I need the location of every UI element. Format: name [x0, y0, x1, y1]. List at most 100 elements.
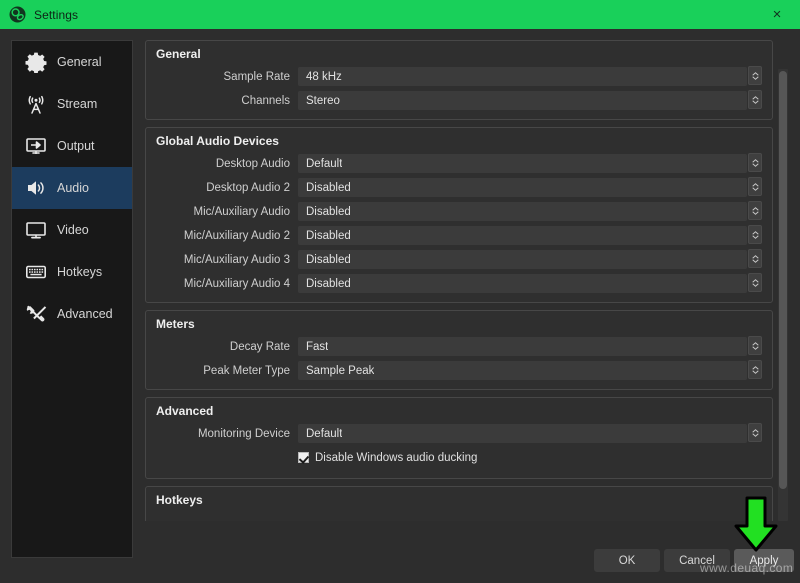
row-sample-rate: Sample Rate 48 kHz — [154, 67, 764, 86]
combo-value: Sample Peak — [299, 365, 374, 377]
row-channels: Channels Stereo — [154, 91, 764, 110]
mic-aux-audio-2-spinner[interactable] — [748, 225, 762, 244]
speaker-icon — [24, 176, 48, 200]
sidebar-item-label: Output — [57, 139, 95, 153]
row-label: Monitoring Device — [154, 428, 298, 440]
tools-icon — [24, 302, 48, 326]
chevron-down-icon[interactable] — [752, 235, 759, 239]
output-icon — [24, 134, 48, 158]
checkbox-label: Enable Push-to-mute — [315, 521, 423, 522]
sidebar-item-label: Hotkeys — [57, 265, 102, 279]
mic-aux-audio-4-spinner[interactable] — [748, 273, 762, 292]
mic-aux-audio-3-combo[interactable]: Disabled — [298, 250, 747, 269]
monitoring-device-spinner[interactable] — [748, 423, 762, 442]
channels-spinner[interactable] — [748, 90, 762, 109]
row-peak-meter-type: Peak Meter Type Sample Peak — [154, 361, 764, 380]
row-desktop-audio: Desktop Audio Default — [154, 154, 764, 173]
ok-button[interactable]: OK — [594, 549, 660, 572]
sidebar-item-label: General — [57, 55, 101, 69]
row-label: Sample Rate — [154, 71, 298, 83]
row-label: Channels — [154, 95, 298, 107]
combo-value: Default — [299, 158, 342, 170]
desktop-audio-2-spinner[interactable] — [748, 177, 762, 196]
sidebar-item-label: Audio — [57, 181, 89, 195]
group-title: Global Audio Devices — [156, 134, 764, 148]
mic-aux-audio-3-spinner[interactable] — [748, 249, 762, 268]
mic-aux-audio-combo[interactable]: Disabled — [298, 202, 747, 221]
chevron-down-icon[interactable] — [752, 76, 759, 80]
sample-rate-spinner[interactable] — [748, 66, 762, 85]
desktop-audio-combo[interactable]: Default — [298, 154, 747, 173]
sidebar-item-video[interactable]: Video — [12, 209, 132, 251]
peak-meter-type-spinner[interactable] — [748, 360, 762, 379]
mic-aux-audio-4-combo[interactable]: Disabled — [298, 274, 747, 293]
disable-audio-ducking-checkbox[interactable] — [298, 452, 309, 463]
sidebar-item-output[interactable]: Output — [12, 125, 132, 167]
chevron-down-icon[interactable] — [752, 283, 759, 287]
chevron-down-icon[interactable] — [752, 346, 759, 350]
sidebar-item-label: Video — [57, 223, 89, 237]
row-desktop-audio-push-to-mute: Desktop Audio Enable Push-to-mute — [154, 517, 764, 521]
checkbox-label: Disable Windows audio ducking — [315, 452, 477, 464]
row-label: Desktop Audio — [154, 158, 298, 170]
combo-value: Disabled — [299, 230, 351, 242]
group-title: Advanced — [156, 404, 764, 418]
desktop-audio-2-combo[interactable]: Disabled — [298, 178, 747, 197]
sidebar-item-label: Stream — [57, 97, 97, 111]
sample-rate-combo[interactable]: 48 kHz — [298, 67, 747, 86]
row-mic-aux-audio-3: Mic/Auxiliary Audio 3 Disabled — [154, 250, 764, 269]
chevron-down-icon[interactable] — [752, 100, 759, 104]
sidebar-item-hotkeys[interactable]: Hotkeys — [12, 251, 132, 293]
group-general: General Sample Rate 48 kHz — [145, 40, 773, 120]
combo-value: Disabled — [299, 278, 351, 290]
chevron-down-icon[interactable] — [752, 370, 759, 374]
peak-meter-type-combo[interactable]: Sample Peak — [298, 361, 747, 380]
title-bar: Settings × — [0, 0, 800, 29]
channels-combo[interactable]: Stereo — [298, 91, 747, 110]
combo-value: Disabled — [299, 206, 351, 218]
decay-rate-spinner[interactable] — [748, 336, 762, 355]
mic-aux-audio-spinner[interactable] — [748, 201, 762, 220]
sidebar-item-stream[interactable]: Stream — [12, 83, 132, 125]
decay-rate-combo[interactable]: Fast — [298, 337, 747, 356]
chevron-down-icon[interactable] — [752, 187, 759, 191]
monitor-icon — [24, 218, 48, 242]
sidebar-item-advanced[interactable]: Advanced — [12, 293, 132, 335]
group-title: General — [156, 47, 764, 61]
monitoring-device-combo[interactable]: Default — [298, 424, 747, 443]
row-desktop-audio-2: Desktop Audio 2 Disabled — [154, 178, 764, 197]
combo-value: Stereo — [299, 95, 340, 107]
settings-sidebar: General Stream — [11, 40, 133, 558]
group-advanced: Advanced Monitoring Device Default — [145, 397, 773, 479]
row-decay-rate: Decay Rate Fast — [154, 337, 764, 356]
sidebar-item-audio[interactable]: Audio — [12, 167, 132, 209]
settings-content: General Sample Rate 48 kHz — [145, 40, 789, 521]
chevron-down-icon[interactable] — [752, 259, 759, 263]
desktop-audio-spinner[interactable] — [748, 153, 762, 172]
mic-aux-audio-2-combo[interactable]: Disabled — [298, 226, 747, 245]
row-label: Desktop Audio 2 — [154, 182, 298, 194]
window-body: General Stream — [0, 29, 800, 583]
scrollbar-thumb[interactable] — [779, 71, 787, 489]
close-icon[interactable]: × — [754, 0, 800, 29]
row-mic-aux-audio-4: Mic/Auxiliary Audio 4 Disabled — [154, 274, 764, 293]
combo-value: Fast — [299, 341, 328, 353]
row-mic-aux-audio: Mic/Auxiliary Audio Disabled — [154, 202, 764, 221]
content-scrollbar[interactable] — [778, 69, 788, 521]
obs-settings-window: Settings × General — [0, 0, 800, 583]
row-label: Desktop Audio — [154, 521, 298, 522]
chevron-down-icon[interactable] — [752, 163, 759, 167]
row-label: Mic/Auxiliary Audio 3 — [154, 254, 298, 266]
gear-icon — [24, 50, 48, 74]
group-global-audio-devices: Global Audio Devices Desktop Audio Defau… — [145, 127, 773, 303]
group-title: Meters — [156, 317, 764, 331]
combo-value: Default — [299, 428, 342, 440]
obs-logo-icon — [9, 6, 26, 23]
chevron-down-icon[interactable] — [752, 211, 759, 215]
chevron-down-icon[interactable] — [752, 433, 759, 437]
combo-value: Disabled — [299, 182, 351, 194]
group-meters: Meters Decay Rate Fast — [145, 310, 773, 390]
sidebar-item-general[interactable]: General — [12, 41, 132, 83]
watermark-text: www.deuaq.com — [700, 561, 793, 575]
row-label: Decay Rate — [154, 341, 298, 353]
